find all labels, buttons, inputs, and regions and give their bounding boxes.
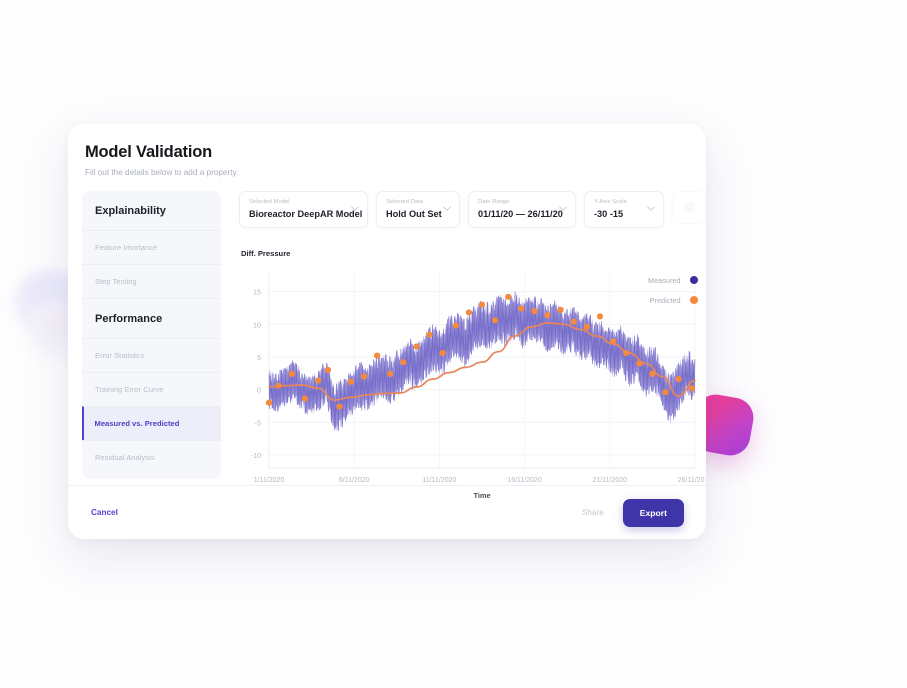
chart-legend: Measured Predicted [648,276,698,305]
predicted-point [570,318,577,325]
predicted-point [465,308,472,316]
predicted-point [623,349,630,356]
predicted-point [288,370,295,377]
filter-label: Selected Data [386,199,424,205]
share-button[interactable]: Share [582,508,604,517]
filter-value: Hold Out Set [386,208,442,219]
predicted-point [531,307,538,314]
chevron-down-icon [351,206,359,214]
svg-text:0: 0 [257,385,261,394]
filter-selected-data[interactable]: Selected Data Hold Out Set [376,191,460,228]
predicted-point [275,382,282,389]
predicted-point [610,337,617,344]
filter-bar: Selected Model Bioreactor DeepAR Model Sel… [239,191,706,228]
predicted-point [662,388,669,395]
screen: Model Validation Fill out the details be… [0,0,907,688]
measured-vs-predicted-chart: 15 10 5 0 -5 -10 1/11/2020 6/11/2020 11/11/2020 1… [251,271,706,500]
chevron-down-icon [443,206,451,214]
predicted-point [387,370,394,377]
cancel-button[interactable]: Cancel [91,508,118,517]
predicted-point [301,395,309,402]
predicted-point [400,358,407,365]
predicted-point [688,384,695,391]
svg-text:6/11/2020: 6/11/2020 [339,477,370,484]
predicted-point [636,359,643,367]
footer-actions: Share Export [582,498,684,527]
predicted-point [557,306,564,313]
predicted-point [452,322,459,329]
page-subtitle: Fill out the details below to add a prop… [85,168,239,177]
sidebar-group-explainability: Explainability [95,205,166,217]
sidebar-nav: Explainability Feature Imortance Step Test… [82,191,221,479]
content-pane: Selected Model Bioreactor DeepAR Model Sel… [221,191,706,507]
predicted-point [413,342,420,350]
svg-text:15: 15 [253,287,261,296]
predicted-point [426,331,433,338]
filter-value: -30 -15 [594,208,624,219]
predicted-point [374,352,381,359]
card-body: Explainability Feature Imortance Step Test… [68,177,706,507]
sidebar-item-feature-imortance[interactable]: Feature Imortance [82,230,221,264]
svg-text:10: 10 [253,320,261,329]
predicted-point [439,349,446,356]
filter-value: 01/11/20 — 26/11/20 [478,208,563,219]
predicted-point [492,316,499,323]
more-options-button[interactable] [672,191,706,224]
filter-date-range[interactable]: Date Range 01/11/20 — 26/11/20 [468,191,576,228]
predicted-point [518,305,525,312]
sidebar-item-error-statistics[interactable]: Error Statistics [82,338,221,372]
svg-text:-10: -10 [251,450,261,459]
predicted-point [478,301,486,308]
svg-text:16/11/2020: 16/11/2020 [507,477,542,484]
predicted-point [336,403,343,410]
predicted-point [315,376,322,384]
legend-label: Measured [648,275,681,285]
sidebar-item-measured-vs-predicted[interactable]: Measured vs. Predicted [82,406,221,440]
filter-label: Selected Model [249,199,290,205]
model-validation-card: Model Validation Fill out the details be… [68,124,706,539]
predicted-point [675,375,682,382]
svg-text:21/11/2020: 21/11/2020 [593,477,628,484]
legend-dot [689,295,698,305]
predicted-point [583,323,590,330]
predicted-point [544,311,551,318]
predicted-point [360,372,368,380]
sidebar-item-residual-analysis[interactable]: Residual Analysis [82,440,221,474]
filter-label: Y-Axis Scale [594,199,627,205]
predicted-point [596,312,604,319]
sidebar-group-performance: Performance [82,298,221,338]
sidebar-item-training-error-curve[interactable]: Training Error Curve [82,372,221,406]
legend-item-predicted[interactable]: Predicted [648,296,698,305]
filter-selected-model[interactable]: Selected Model Bioreactor DeepAR Model [239,191,368,228]
svg-text:11/11/2020: 11/11/2020 [422,477,456,484]
page-title: Model Validation [85,143,212,161]
chevron-down-icon [647,206,655,214]
predicted-point [265,399,273,406]
gear-icon [681,199,697,215]
predicted-point [505,293,512,300]
card-header: Model Validation Fill out the details be… [68,124,706,177]
card-footer: Cancel Share Export [68,485,706,539]
chevron-down-icon [559,206,567,214]
chart-container: 15 10 5 0 -5 -10 1/11/2020 6/11/2020 11/11/2020 1… [239,262,706,507]
legend-dot [689,275,698,285]
filter-value: Bioreactor DeepAR Model [249,208,363,219]
svg-text:-5: -5 [255,418,261,427]
export-button[interactable]: Export [622,498,684,527]
svg-text:5: 5 [257,352,261,361]
predicted-point [649,370,656,377]
svg-text:1/11/2020: 1/11/2020 [254,477,285,484]
legend-item-measured[interactable]: Measured [648,276,698,285]
predicted-point [324,366,332,373]
chart-title: Diff. Pressure [241,248,291,258]
filter-y-axis-scale[interactable]: Y-Axis Scale -30 -15 [584,191,664,228]
legend-label: Predicted [649,295,681,305]
predicted-point [347,378,354,385]
svg-text:26/11/2020: 26/11/2020 [678,477,705,484]
filter-label: Date Range [478,199,510,205]
sidebar-item-step-testing[interactable]: Step Testing [82,264,221,298]
